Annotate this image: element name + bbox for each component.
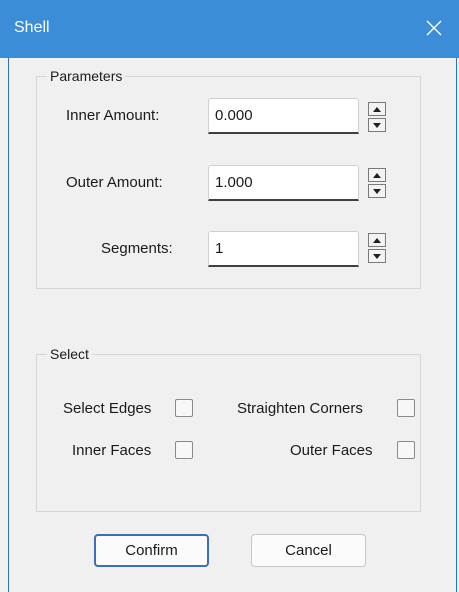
inner-amount-decrement-button[interactable] xyxy=(368,118,386,132)
outer-amount-increment-button[interactable] xyxy=(368,168,386,182)
segments-label: Segments: xyxy=(101,240,173,257)
arrow-down-icon xyxy=(373,188,381,194)
outer-amount-field[interactable]: 1.000 xyxy=(208,165,359,201)
parameters-legend: Parameters xyxy=(47,68,126,84)
arrow-up-icon xyxy=(373,172,381,178)
arrow-up-icon xyxy=(373,237,381,243)
close-button[interactable] xyxy=(416,12,452,44)
segments-increment-button[interactable] xyxy=(368,233,386,247)
inner-amount-increment-button[interactable] xyxy=(368,102,386,116)
select-edges-checkbox[interactable] xyxy=(175,399,193,417)
segments-spinner xyxy=(368,233,386,263)
outer-amount-spinner xyxy=(368,168,386,198)
select-group: Select xyxy=(36,346,421,512)
outer-faces-label: Outer Faces xyxy=(290,442,373,459)
arrow-down-icon xyxy=(373,122,381,128)
shell-dialog: Shell Parameters Inner Amount: 0.000 Out… xyxy=(0,0,459,592)
inner-faces-checkbox[interactable] xyxy=(175,441,193,459)
close-icon xyxy=(426,20,442,36)
select-legend: Select xyxy=(47,346,92,362)
arrow-up-icon xyxy=(373,106,381,112)
outer-amount-label: Outer Amount: xyxy=(66,174,163,191)
inner-faces-label: Inner Faces xyxy=(72,442,152,459)
inner-amount-label: Inner Amount: xyxy=(66,107,160,124)
segments-decrement-button[interactable] xyxy=(368,249,386,263)
title-bar[interactable]: Shell xyxy=(0,0,459,58)
inner-amount-spinner xyxy=(368,102,386,132)
select-edges-label: Select Edges xyxy=(63,400,152,417)
outer-faces-checkbox[interactable] xyxy=(397,441,415,459)
straighten-corners-checkbox[interactable] xyxy=(397,399,415,417)
segments-field[interactable]: 1 xyxy=(208,231,359,267)
outer-amount-decrement-button[interactable] xyxy=(368,184,386,198)
straighten-corners-label: Straighten Corners xyxy=(237,400,363,417)
arrow-down-icon xyxy=(373,253,381,259)
dialog-title: Shell xyxy=(14,19,50,36)
inner-amount-field[interactable]: 0.000 xyxy=(208,98,359,134)
cancel-button[interactable]: Cancel xyxy=(251,534,366,567)
confirm-button[interactable]: Confirm xyxy=(94,534,209,567)
